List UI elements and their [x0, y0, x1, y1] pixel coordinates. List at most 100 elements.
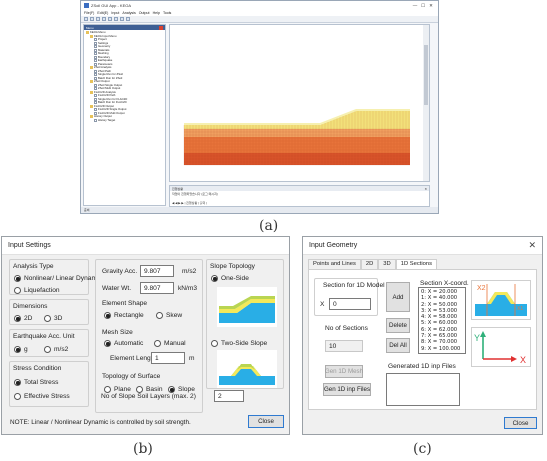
radio-nonlinear-dynamic[interactable]: Nonlinear/ Linear Dynamic — [14, 275, 102, 282]
paste-icon[interactable] — [114, 17, 118, 21]
radio-plane[interactable]: Plane — [104, 386, 131, 393]
cut-icon[interactable] — [102, 17, 106, 21]
menu-input[interactable]: Input — [111, 11, 119, 15]
xcoord-item[interactable]: 9: X = 100.000 — [421, 346, 463, 352]
help-icon[interactable] — [126, 17, 130, 21]
xcoord-item[interactable]: 2: X = 50.000 — [421, 302, 463, 308]
menu-file[interactable]: File(F) — [84, 11, 94, 15]
xcoord-item[interactable]: 5: X = 60.000 — [421, 320, 463, 326]
save-icon[interactable] — [96, 17, 100, 21]
slope-topology-label: Slope Topology — [210, 263, 255, 270]
slope-layers-label: No of Slope Soil Layers (max. 2) — [101, 393, 196, 400]
gen-1d-inp-files-button[interactable]: Gen 1D inp Files — [323, 383, 371, 396]
radio-basin[interactable]: Basin — [136, 386, 163, 393]
tree-item[interactable]: History Target — [86, 118, 163, 123]
radio-dot[interactable] — [211, 340, 218, 347]
maximize-button[interactable]: ☐ — [419, 3, 427, 9]
radio-dot[interactable] — [104, 386, 111, 393]
radio-total-stress[interactable]: Total Stress — [14, 379, 58, 386]
radio-dot[interactable] — [14, 393, 21, 400]
radio-dot[interactable] — [154, 340, 161, 347]
radio-dot[interactable] — [14, 346, 21, 353]
no-sections-value: 10 — [325, 340, 363, 352]
menu-tools[interactable]: Tools — [163, 11, 171, 15]
print-icon[interactable] — [120, 17, 124, 21]
x2-label: X2 — [477, 285, 486, 292]
model-canvas[interactable] — [169, 24, 430, 182]
folder-icon — [90, 90, 93, 94]
water-label: Water Wt. — [102, 285, 132, 292]
radio-dot[interactable] — [14, 287, 21, 294]
add-button[interactable]: Add — [386, 282, 410, 312]
gravity-input[interactable]: 9.807 — [140, 265, 174, 277]
y-axis-label: Y — [474, 333, 480, 343]
vertical-scrollbar[interactable] — [423, 25, 429, 181]
radio-dot[interactable] — [14, 315, 21, 322]
close-icon[interactable]: ✕ — [528, 240, 536, 251]
radio-label: Basin — [146, 386, 163, 393]
water-input[interactable]: 9.807 — [140, 282, 174, 294]
radio-slope[interactable]: Slope — [168, 386, 195, 393]
geometry-close-button[interactable]: Close — [504, 417, 537, 429]
radio-dot[interactable] — [211, 275, 218, 282]
new-icon[interactable] — [84, 17, 88, 21]
radio-dot[interactable] — [104, 312, 111, 319]
close-button[interactable]: Close — [248, 415, 284, 428]
axes-diagram: Y X — [471, 327, 531, 367]
menu-output[interactable]: Output — [139, 11, 150, 15]
folder-icon — [90, 66, 93, 70]
radio-two-side-slope[interactable]: Two-Side Slope — [211, 340, 267, 347]
gen-1d-mesh-button[interactable]: Gen 1D Mesh — [325, 365, 363, 378]
radio-effective-stress[interactable]: Effective Stress — [14, 393, 70, 400]
radio-automatic[interactable]: Automatic — [104, 340, 143, 347]
radio-dot[interactable] — [14, 275, 21, 282]
radio-dot[interactable] — [44, 315, 51, 322]
message-tabs[interactable]: ◀ ◀ ▶ ▶ | 진행상황 | 출력 | — [172, 201, 207, 205]
caption-c: (c) — [413, 441, 432, 457]
open-icon[interactable] — [90, 17, 94, 21]
panel-close-icon[interactable] — [159, 25, 163, 30]
copy-icon[interactable] — [108, 17, 112, 21]
slope-layers-input[interactable]: 2 — [214, 390, 244, 402]
radio-liquefaction[interactable]: Liquefaction — [14, 287, 60, 294]
scroll-thumb[interactable] — [424, 45, 428, 105]
menu-help[interactable]: Help — [153, 11, 160, 15]
radio-label: One-Side — [221, 275, 249, 282]
menu-edit[interactable]: Edit(E) — [97, 11, 108, 15]
folder-icon — [90, 104, 93, 108]
radio-dot[interactable] — [14, 379, 21, 386]
file-icon — [94, 38, 97, 42]
message-close-icon[interactable]: ✕ — [424, 187, 427, 191]
element-length-input[interactable]: 1 — [151, 352, 185, 364]
del-all-button[interactable]: Del All — [386, 338, 410, 353]
menu-analysis[interactable]: Analysis — [122, 11, 135, 15]
radio-2d[interactable]: 2D — [14, 315, 32, 322]
radio-g[interactable]: g — [14, 346, 28, 353]
xcoord-item[interactable]: 1: X = 40.000 — [421, 295, 463, 301]
radio-dot[interactable] — [136, 386, 143, 393]
radio-dot[interactable] — [44, 346, 51, 353]
close-window-button[interactable]: ✕ — [427, 3, 435, 9]
file-icon — [94, 97, 97, 101]
radio-ms2[interactable]: m/s2 — [44, 346, 68, 353]
message-panel-title: 진행상황 — [172, 186, 184, 191]
radio-dot[interactable] — [104, 340, 111, 347]
radio-rectangle[interactable]: Rectangle — [104, 312, 144, 319]
xcoord-list[interactable]: 0: X = 20.000 1: X = 40.000 2: X = 50.000 3… — [418, 287, 466, 354]
radio-skew[interactable]: Skew — [156, 312, 182, 319]
minimize-button[interactable]: — — [411, 3, 419, 8]
delete-button[interactable]: Delete — [386, 318, 410, 333]
radio-dot[interactable] — [156, 312, 163, 319]
radio-label: Skew — [166, 312, 183, 319]
x-input[interactable]: 0 — [329, 298, 371, 310]
radio-dot[interactable] — [168, 386, 175, 393]
xcoord-item[interactable]: 8: X = 70.000 — [421, 339, 463, 345]
folder-icon — [90, 34, 93, 38]
radio-3d[interactable]: 3D — [44, 315, 62, 322]
radio-manual[interactable]: Manual — [154, 340, 186, 347]
radio-label: Effective Stress — [24, 393, 70, 400]
message-text: 작업이 진행되었습니다 (로그 메시지) — [172, 192, 218, 196]
generated-files-list[interactable] — [386, 373, 460, 406]
radio-one-side[interactable]: One-Side — [211, 275, 249, 282]
water-unit: kN/m3 — [178, 285, 198, 292]
